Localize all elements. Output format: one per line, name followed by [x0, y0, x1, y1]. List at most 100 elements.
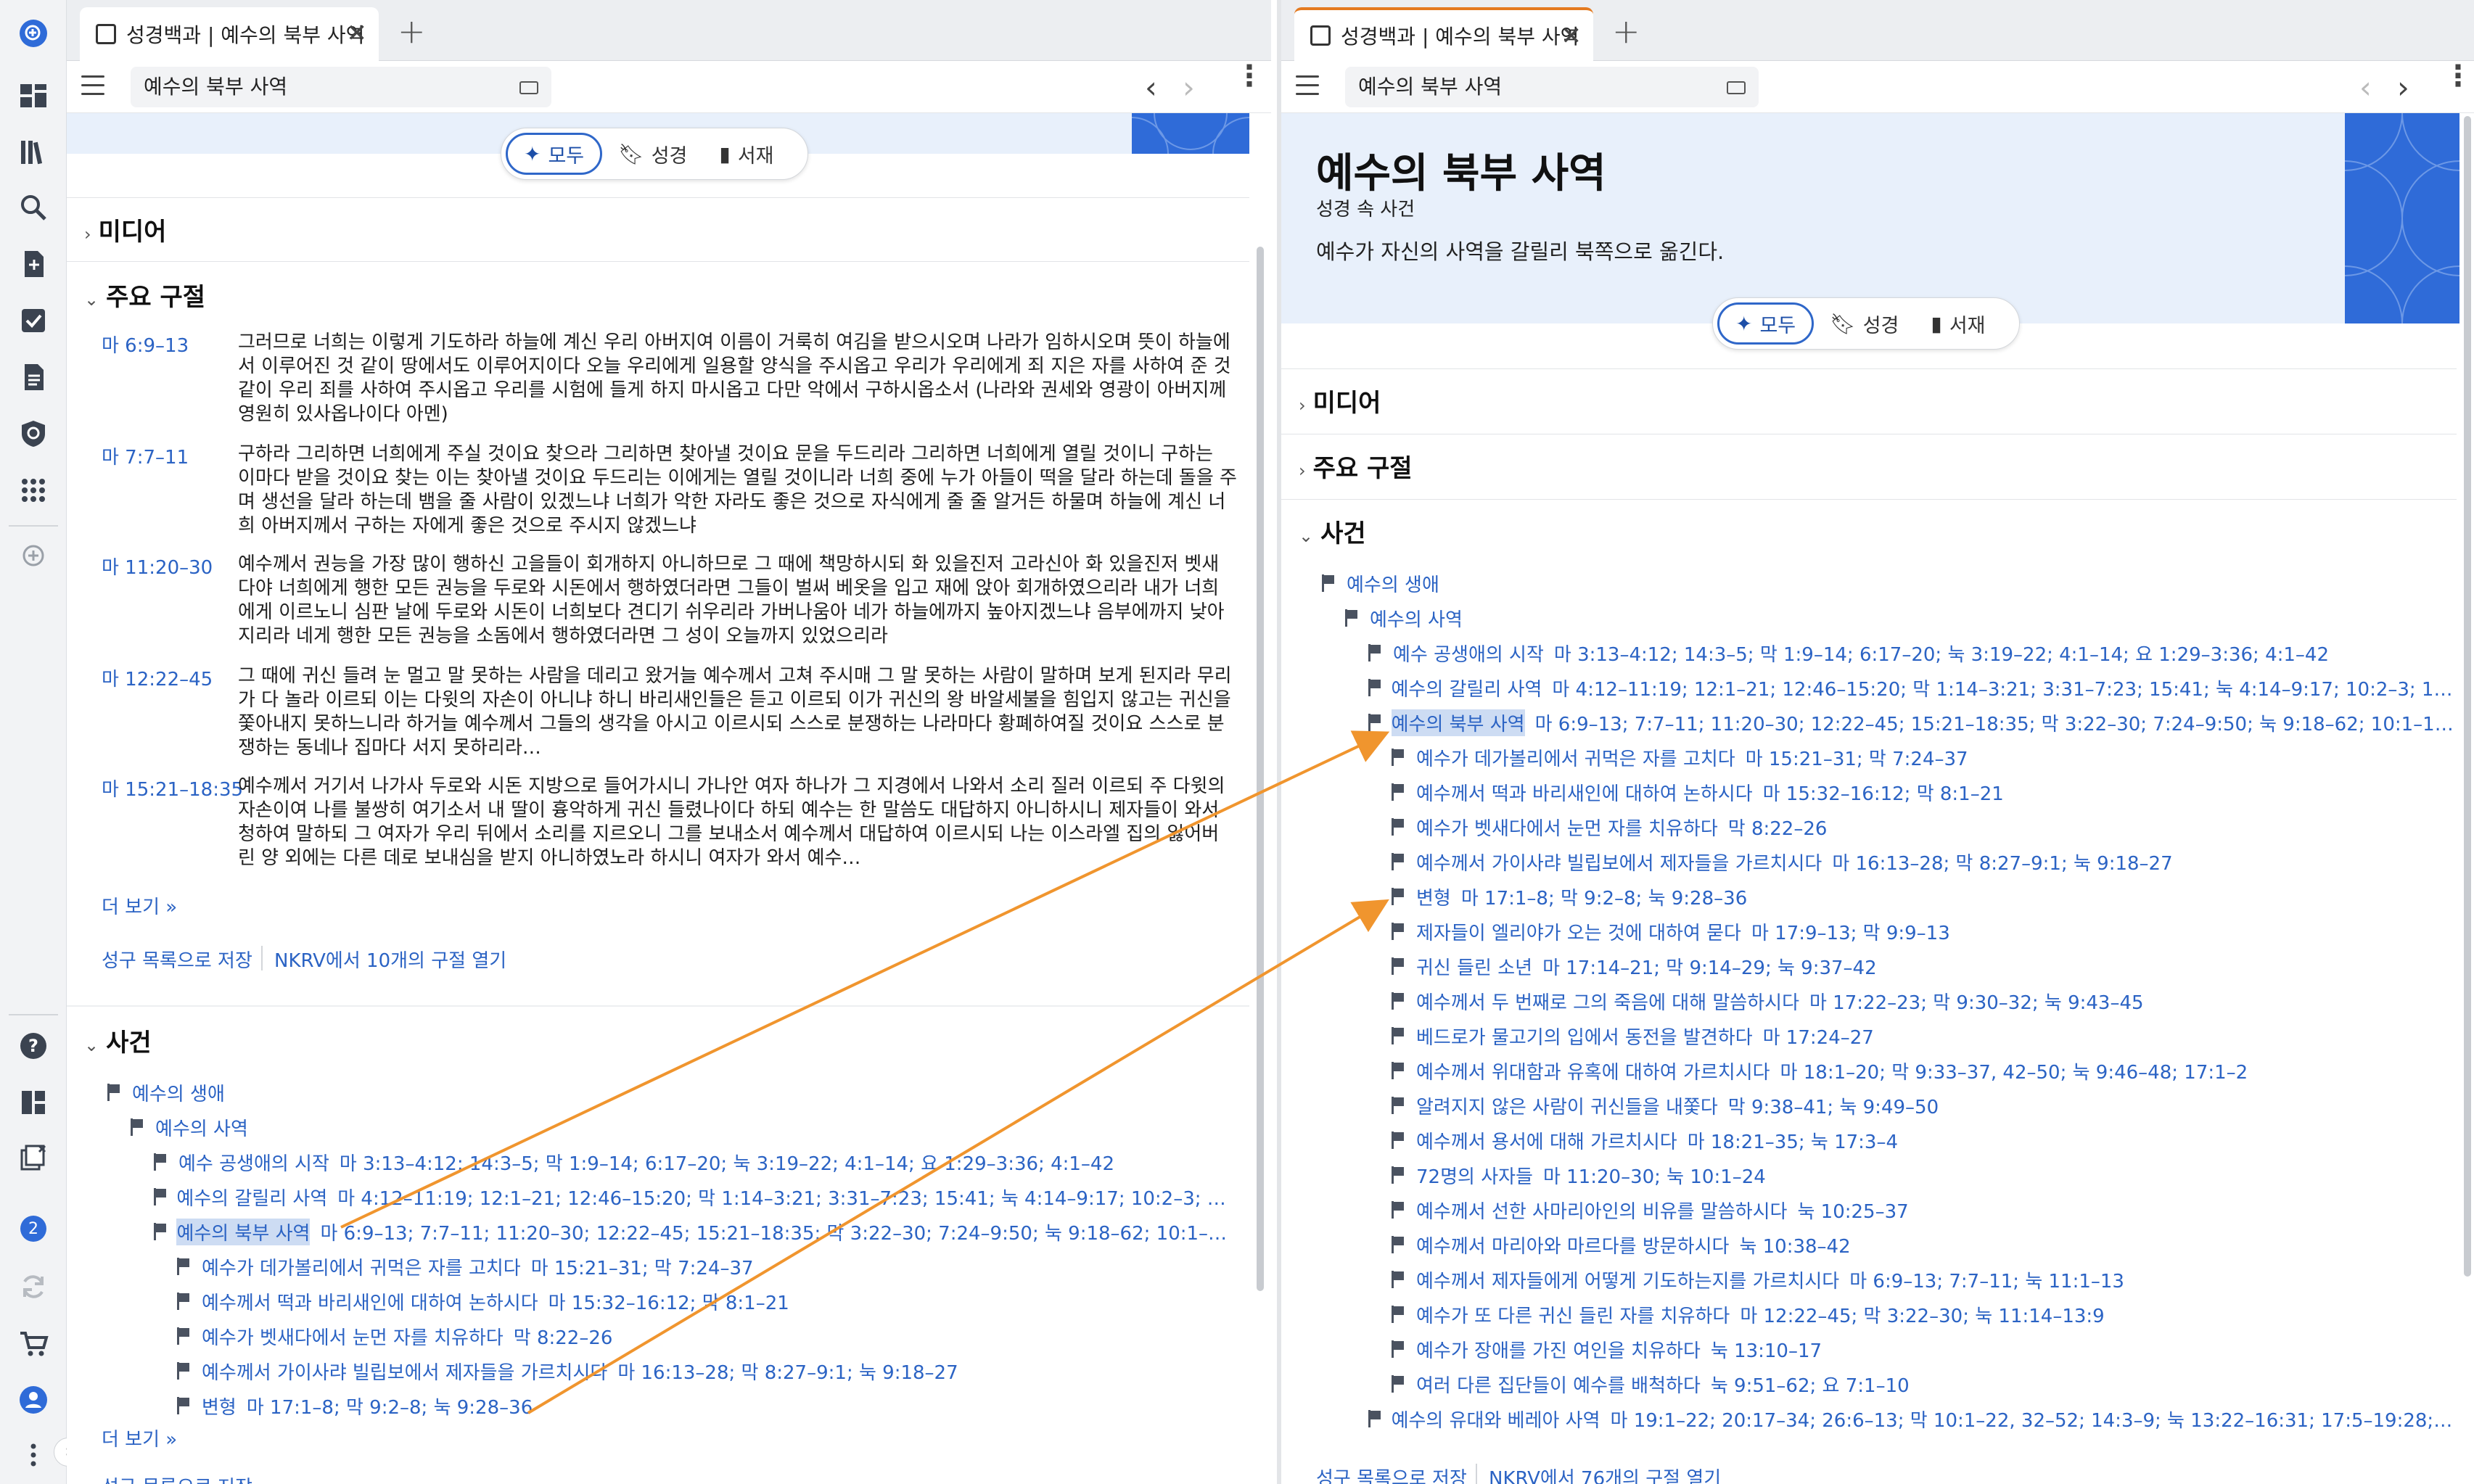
- event-tree-item[interactable]: 예수께서 위대함과 유혹에 대하여 가르치시다 마 18:1–20; 막 9:33…: [1392, 1055, 2248, 1087]
- keyboard-icon[interactable]: [1727, 81, 1746, 94]
- event-tree-item[interactable]: 예수께서 가이사랴 빌립보에서 제자들을 가르치시다 마 16:13–28; 막 …: [1392, 846, 2173, 878]
- tab-active[interactable]: 성경백과 | 예수의 북부 사역 ✕: [80, 7, 379, 61]
- event-label[interactable]: 예수께서 선한 사마리아인의 비유를 말씀하시다: [1416, 1197, 1787, 1224]
- event-refs[interactable]: 마 3:13–4:12; 14:3–5; 막 1:9–14; 6:17–20; …: [1554, 640, 2329, 667]
- event-tree-item[interactable]: 예수의 생애: [1322, 567, 1439, 599]
- event-tree-item[interactable]: 예수께서 선한 사마리아인의 비유를 말씀하시다 눅 10:25–37: [1392, 1194, 1909, 1226]
- event-tree-item[interactable]: 예수의 사역: [131, 1111, 248, 1143]
- event-refs[interactable]: 마 18:21–35; 눅 17:3–4: [1688, 1127, 1898, 1154]
- more-options-icon[interactable]: ⋮: [2444, 62, 2473, 91]
- event-label[interactable]: 예수가 장애를 가진 여인을 치유하다: [1416, 1336, 1701, 1363]
- event-refs[interactable]: 눅 13:10–17: [1711, 1336, 1822, 1363]
- event-tree-item[interactable]: 귀신 들린 소년 마 17:14–21; 막 9:14–29; 눅 9:37–42: [1392, 950, 1877, 982]
- event-tree-item[interactable]: 예수가 벳새다에서 눈먼 자를 치유하다 막 8:22–26: [177, 1320, 612, 1352]
- event-label[interactable]: 예수께서 떡과 바리새인에 대하여 논하시다: [1416, 779, 1753, 806]
- event-tree-item[interactable]: 예수의 사역: [1345, 602, 1463, 634]
- event-refs[interactable]: 마 17:14–21; 막 9:14–29; 눅 9:37–42: [1542, 953, 1877, 980]
- event-tree-item[interactable]: 예수께서 용서에 대해 가르치시다 마 18:21–35; 눅 17:3–4: [1392, 1124, 1898, 1156]
- event-label[interactable]: 예수의 갈릴리 사역: [1391, 675, 1542, 701]
- event-label[interactable]: 예수가 데가볼리에서 귀먹은 자를 고치다: [1416, 744, 1735, 771]
- section-key-passages[interactable]: › 주요 구절: [1299, 448, 1413, 484]
- event-refs[interactable]: 눅 10:25–37: [1797, 1197, 1908, 1224]
- save-verse-list-link[interactable]: 성구 목록으로 저장: [102, 946, 252, 973]
- event-tree-item[interactable]: 예수께서 두 번째로 그의 죽음에 대해 말씀하시다 마 17:22–23; 막 …: [1392, 985, 2144, 1017]
- event-refs[interactable]: 마 6:9–13; 7:7–11; 눅 11:1–13: [1849, 1266, 2124, 1293]
- event-refs[interactable]: 마 15:32–16:12; 막 8:1–21: [1763, 779, 2004, 806]
- event-label[interactable]: 예수의 북부 사역: [176, 1218, 311, 1245]
- search-input[interactable]: 예수의 북부 사역: [1345, 67, 1759, 107]
- event-refs[interactable]: 마 15:21–31; 막 7:24–37: [531, 1253, 754, 1280]
- menu-icon[interactable]: [81, 75, 104, 97]
- event-refs[interactable]: 막 8:22–26: [1728, 814, 1828, 841]
- library-icon[interactable]: [13, 132, 54, 173]
- filter-bible-button[interactable]: 🔖︎ 성경: [602, 133, 703, 175]
- event-label[interactable]: 예수가 벳새다에서 눈먼 자를 치유하다: [202, 1323, 504, 1350]
- filter-all-button[interactable]: ✦ 모두: [1717, 302, 1815, 345]
- tasks-icon[interactable]: [13, 300, 54, 341]
- event-label[interactable]: 예수가 또 다른 귀신 들린 자를 치유하다: [1416, 1301, 1730, 1328]
- event-refs[interactable]: 눅 9:51–62; 요 7:1–10: [1711, 1371, 1910, 1398]
- more-passages-link[interactable]: 더 보기 »: [102, 892, 177, 919]
- search-input[interactable]: 예수의 북부 사역: [131, 67, 551, 107]
- back-arrow-icon[interactable]: ‹: [1145, 70, 1157, 105]
- event-tree-item[interactable]: 예수의 갈릴리 사역 마 4:12–11:19; 12:1–21; 12:46–1…: [1368, 672, 2454, 704]
- sync-icon[interactable]: [13, 1266, 54, 1307]
- section-media[interactable]: › 미디어: [84, 212, 166, 247]
- documents-icon[interactable]: [13, 357, 54, 397]
- event-label[interactable]: 예수 공생애의 시작: [1393, 640, 1544, 667]
- event-refs[interactable]: 마 18:1–20; 막 9:33–37, 42–50; 눅 9:46–48; …: [1780, 1058, 2248, 1084]
- filter-bible-button[interactable]: 🔖︎ 성경: [1814, 302, 1915, 345]
- event-label[interactable]: 알려지지 않은 사람이 귀신들을 내쫓다: [1416, 1092, 1718, 1119]
- event-tree-item[interactable]: 예수의 북부 사역 마 6:9–13; 7:7–11; 11:20–30; 12:…: [154, 1216, 1232, 1248]
- event-refs[interactable]: 마 3:13–4:12; 14:3–5; 막 1:9–14; 6:17–20; …: [340, 1149, 1114, 1176]
- event-tree-item[interactable]: 제자들이 엘리야가 오는 것에 대하여 묻다 마 17:9–13; 막 9:9–1…: [1392, 915, 1950, 947]
- event-refs[interactable]: 마 6:9–13; 7:7–11; 11:20–30; 12:22–45; 15…: [1535, 709, 2454, 736]
- event-label[interactable]: 예수의 생애: [1347, 570, 1439, 597]
- more-options-icon[interactable]: ⋮: [1235, 62, 1264, 91]
- new-tab-button[interactable]: +: [398, 12, 426, 51]
- bible-study-icon[interactable]: [13, 413, 54, 454]
- keyboard-icon[interactable]: [519, 81, 538, 94]
- logos-logo-icon[interactable]: [13, 13, 54, 54]
- event-refs[interactable]: 마 17:1–8; 막 9:2–8; 눅 9:28–36: [247, 1393, 533, 1419]
- close-tab-icon[interactable]: ✕: [1561, 22, 1582, 51]
- dashboard-icon[interactable]: [13, 75, 54, 116]
- close-tab-icon[interactable]: ✕: [347, 19, 368, 48]
- event-refs[interactable]: 막 8:22–26: [514, 1323, 613, 1350]
- event-label[interactable]: 예수께서 제자들에게 어떻게 기도하는지를 가르치시다: [1416, 1266, 1839, 1293]
- new-tab-button[interactable]: +: [1612, 12, 1640, 51]
- event-label[interactable]: 변형: [202, 1393, 237, 1419]
- open-verses-link[interactable]: NKRV에서 76개의 구절 열기: [1489, 1464, 1721, 1484]
- section-events[interactable]: ⌄ 사건: [84, 1023, 152, 1058]
- event-tree-item[interactable]: 예수가 벳새다에서 눈먼 자를 치유하다 막 8:22–26: [1392, 811, 1827, 843]
- section-events[interactable]: ⌄ 사건: [1299, 514, 1366, 549]
- event-label[interactable]: 예수의 유대와 베레아 사역: [1392, 1406, 1600, 1433]
- event-tree-item[interactable]: 예수가 데가볼리에서 귀먹은 자를 고치다 마 15:21–31; 막 7:24–…: [177, 1250, 754, 1282]
- passage-ref-link[interactable]: 마 11:20–30: [102, 553, 213, 580]
- event-tree-item[interactable]: 베드로가 물고기의 입에서 동전을 발견하다 마 17:24–27: [1392, 1020, 1874, 1052]
- event-tree-item[interactable]: 알려지지 않은 사람이 귀신들을 내쫓다 막 9:38–41; 눅 9:49–50: [1392, 1089, 1939, 1121]
- event-tree-item[interactable]: 예수께서 제자들에게 어떻게 기도하는지를 가르치시다 마 6:9–13; 7:7…: [1392, 1264, 2124, 1295]
- filter-library-button[interactable]: ▮ 서재: [1915, 302, 2001, 345]
- search-icon[interactable]: [13, 187, 54, 228]
- event-tree-item[interactable]: 예수께서 마리아와 마르다를 방문하시다 눅 10:38–42: [1392, 1229, 1851, 1261]
- event-tree-item[interactable]: 변형 마 17:1–8; 막 9:2–8; 눅 9:28–36: [177, 1390, 533, 1422]
- tab-active[interactable]: 성경백과 | 예수의 북부 사역 ✕: [1294, 7, 1593, 61]
- event-tree-item[interactable]: 예수의 갈릴리 사역 마 4:12–11:19; 12:1–21; 12:46–1…: [154, 1181, 1232, 1213]
- event-label[interactable]: 베드로가 물고기의 입에서 동전을 발견하다: [1416, 1023, 1753, 1050]
- event-label[interactable]: 예수께서 용서에 대해 가르치시다: [1416, 1127, 1677, 1154]
- back-arrow-icon[interactable]: ‹: [2359, 70, 2372, 105]
- section-media[interactable]: › 미디어: [1299, 383, 1381, 419]
- event-label[interactable]: 예수께서 위대함과 유혹에 대하여 가르치시다: [1416, 1058, 1770, 1084]
- event-tree-item[interactable]: 변형 마 17:1–8; 막 9:2–8; 눅 9:28–36: [1392, 881, 1747, 912]
- forward-arrow-icon[interactable]: ›: [2397, 70, 2409, 105]
- event-refs[interactable]: 마 19:1–22; 20:17–34; 26:6–13; 막 10:1–22,…: [1611, 1406, 2454, 1433]
- event-label[interactable]: 72명의 사자들: [1416, 1162, 1533, 1189]
- filter-all-button[interactable]: ✦ 모두: [506, 133, 603, 175]
- help-icon[interactable]: ?: [13, 1026, 54, 1066]
- event-refs[interactable]: 마 17:9–13; 막 9:9–13: [1751, 918, 1950, 945]
- event-label[interactable]: 예수가 데가볼리에서 귀먹은 자를 고치다: [202, 1253, 521, 1280]
- event-label[interactable]: 여러 다른 집단들이 예수를 배척하다: [1416, 1371, 1701, 1398]
- event-tree-item[interactable]: 예수 공생애의 시작 마 3:13–4:12; 14:3–5; 막 1:9–14;…: [1368, 637, 2329, 669]
- event-label[interactable]: 예수가 벳새다에서 눈먼 자를 치유하다: [1416, 814, 1718, 841]
